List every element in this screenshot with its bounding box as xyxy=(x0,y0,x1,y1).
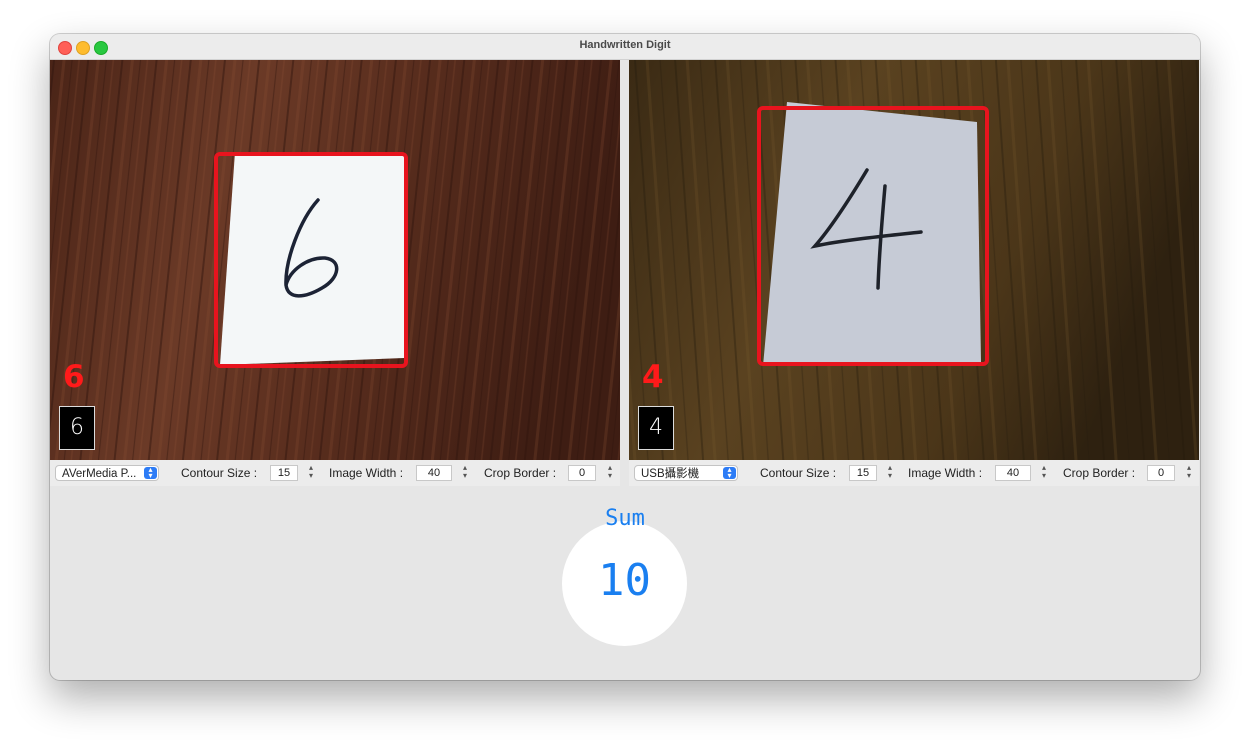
contour-size-label: Contour Size : xyxy=(181,466,258,480)
digit-thumbnail-right: 4 xyxy=(638,406,674,450)
window-title: Handwritten Digit xyxy=(579,39,671,51)
digit-thumbnail-left: 6 xyxy=(59,406,95,450)
camera-feed-left: 6 6 xyxy=(50,60,620,460)
camera-image-left xyxy=(50,60,620,460)
controls-left: AVerMedia P... ▴ ▾ Contour Size : 15 ▴ ▾ I… xyxy=(50,460,620,486)
panel-divider xyxy=(620,60,629,460)
sum-value: 10 xyxy=(598,555,651,606)
crop-border-stepper[interactable]: ▴ ▾ xyxy=(605,464,615,482)
image-width-label: Image Width : xyxy=(329,466,404,480)
sum-label: Sum xyxy=(605,506,645,531)
app-window: Handwritten Digit 6 6 4 4 AVerMedia P...… xyxy=(50,34,1200,680)
image-width-field[interactable]: 40 xyxy=(416,465,452,481)
title-bar: Handwritten Digit xyxy=(50,34,1200,60)
sum-circle: 10 xyxy=(562,521,687,646)
contour-size-stepper[interactable]: ▴ ▾ xyxy=(306,464,316,482)
camera-select-right[interactable]: USB攝影機 ▴ ▾ xyxy=(634,465,738,481)
prediction-label-right: 4 xyxy=(642,359,664,395)
crop-border-label: Crop Border : xyxy=(484,466,557,480)
image-width-stepper[interactable]: ▴ ▾ xyxy=(1039,464,1049,482)
camera-select-value: AVerMedia P... xyxy=(62,468,137,480)
controls-right: USB攝影機 ▴ ▾ Contour Size : 15 ▴ ▾ Image Wid… xyxy=(629,460,1199,486)
camera-select-left[interactable]: AVerMedia P... ▴ ▾ xyxy=(55,465,159,481)
crop-border-field[interactable]: 0 xyxy=(568,465,596,481)
select-chevron-icon: ▴ ▾ xyxy=(144,466,157,480)
crop-border-label: Crop Border : xyxy=(1063,466,1136,480)
image-width-field[interactable]: 40 xyxy=(995,465,1031,481)
contour-size-field[interactable]: 15 xyxy=(849,465,877,481)
camera-feed-right: 4 4 xyxy=(629,60,1199,460)
camera-image-right xyxy=(629,60,1199,460)
image-width-stepper[interactable]: ▴ ▾ xyxy=(460,464,470,482)
crop-border-field[interactable]: 0 xyxy=(1147,465,1175,481)
contour-size-stepper[interactable]: ▴ ▾ xyxy=(885,464,895,482)
select-chevron-icon: ▴ ▾ xyxy=(723,466,736,480)
crop-border-stepper[interactable]: ▴ ▾ xyxy=(1184,464,1194,482)
image-width-label: Image Width : xyxy=(908,466,983,480)
prediction-label-left: 6 xyxy=(63,359,85,395)
contour-size-field[interactable]: 15 xyxy=(270,465,298,481)
camera-select-value: USB攝影機 xyxy=(641,468,700,480)
contour-size-label: Contour Size : xyxy=(760,466,837,480)
